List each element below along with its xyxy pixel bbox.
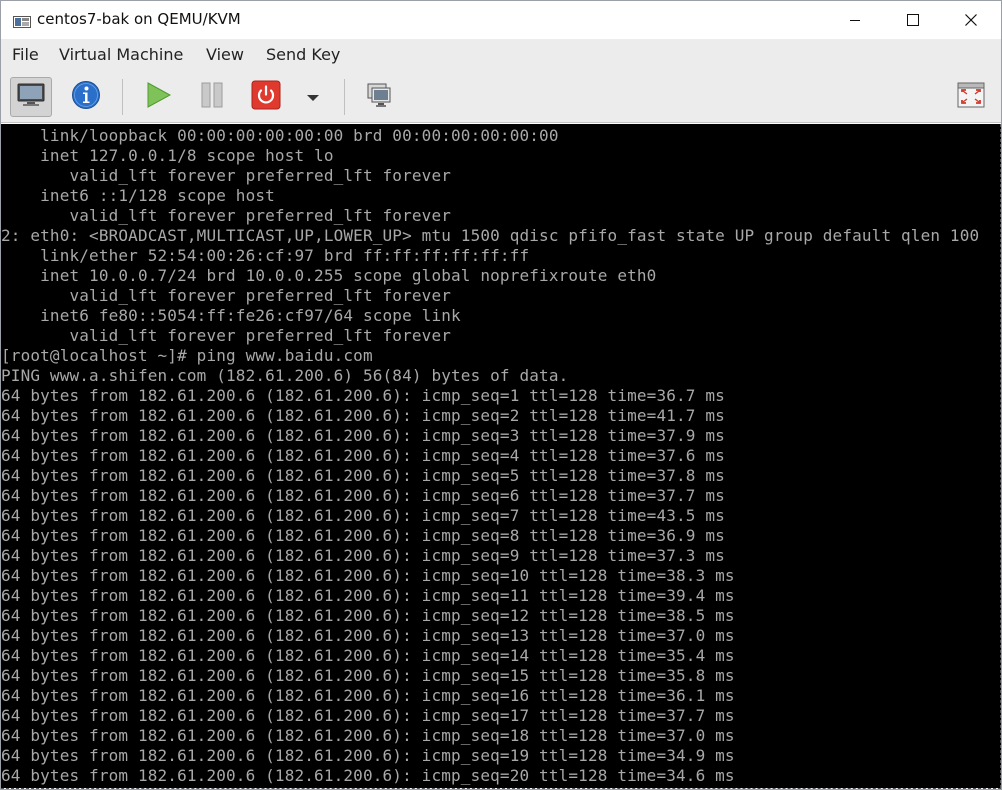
details-button[interactable]: [65, 77, 107, 117]
monitor-icon: [17, 83, 45, 111]
terminal-line: 64 bytes from 182.61.200.6 (182.61.200.6…: [1, 626, 735, 645]
terminal-line: 64 bytes from 182.61.200.6 (182.61.200.6…: [1, 466, 725, 485]
shutdown-button[interactable]: [245, 77, 287, 117]
menu-file[interactable]: File: [12, 45, 39, 64]
terminal-line: inet6 fe80::5054:ff:fe26:cf97/64 scope l…: [1, 306, 461, 325]
vm-console-display[interactable]: link/loopback 00:00:00:00:00:00 brd 00:0…: [1, 124, 1001, 788]
terminal-line: 64 bytes from 182.61.200.6 (182.61.200.6…: [1, 506, 725, 525]
terminal-line: 64 bytes from 182.61.200.6 (182.61.200.6…: [1, 686, 735, 705]
terminal-line: 64 bytes from 182.61.200.6 (182.61.200.6…: [1, 526, 725, 545]
terminal-line: [root@localhost ~]# ping www.baidu.com: [1, 346, 373, 365]
menu-view[interactable]: View: [206, 45, 244, 64]
terminal-line: valid_lft forever preferred_lft forever: [1, 286, 452, 305]
info-icon: [71, 80, 101, 114]
terminal-line: valid_lft forever preferred_lft forever: [1, 166, 452, 185]
terminal-line: 64 bytes from 182.61.200.6 (182.61.200.6…: [1, 746, 735, 765]
menu-virtual-machine[interactable]: Virtual Machine: [59, 45, 183, 64]
terminal-output: link/loopback 00:00:00:00:00:00 brd 00:0…: [1, 126, 999, 786]
title-bar[interactable]: centos7-bak on QEMU/KVM: [1, 1, 1001, 39]
terminal-line: link/ether 52:54:00:26:cf:97 brd ff:ff:f…: [1, 246, 530, 265]
console-edge: [1, 788, 1001, 789]
maximize-icon: [907, 11, 919, 30]
toolbar: [1, 71, 1001, 123]
fullscreen-icon: [957, 82, 985, 112]
console-edge: [1000, 124, 1001, 788]
terminal-line: 64 bytes from 182.61.200.6 (182.61.200.6…: [1, 586, 735, 605]
terminal-line: 64 bytes from 182.61.200.6 (182.61.200.6…: [1, 446, 725, 465]
terminal-line: 64 bytes from 182.61.200.6 (182.61.200.6…: [1, 646, 735, 665]
minimize-icon: [849, 11, 861, 30]
pause-button[interactable]: [191, 77, 233, 117]
fullscreen-button[interactable]: [950, 77, 992, 117]
vm-window: centos7-bak on QEMU/KVM File Virtual Mac…: [0, 0, 1002, 790]
menu-send-key[interactable]: Send Key: [266, 45, 340, 64]
terminal-line: 64 bytes from 182.61.200.6 (182.61.200.6…: [1, 386, 725, 405]
terminal-line: inet 127.0.0.1/8 scope host lo: [1, 146, 334, 165]
terminal-line: 64 bytes from 182.61.200.6 (182.61.200.6…: [1, 406, 725, 425]
close-button[interactable]: [942, 1, 1000, 39]
toolbar-separator: [122, 79, 123, 115]
terminal-line: 64 bytes from 182.61.200.6 (182.61.200.6…: [1, 426, 725, 445]
maximize-button[interactable]: [884, 1, 942, 39]
pause-icon: [198, 81, 226, 113]
virt-manager-app-icon: [13, 13, 31, 28]
window-title: centos7-bak on QEMU/KVM: [37, 10, 241, 28]
terminal-line: 64 bytes from 182.61.200.6 (182.61.200.6…: [1, 706, 735, 725]
terminal-line: 64 bytes from 182.61.200.6 (182.61.200.6…: [1, 486, 725, 505]
snapshots-button[interactable]: [359, 77, 401, 117]
terminal-line: valid_lft forever preferred_lft forever: [1, 326, 452, 345]
menu-bar: File Virtual Machine View Send Key: [1, 39, 1001, 71]
terminal-line: inet 10.0.0.7/24 brd 10.0.0.255 scope gl…: [1, 266, 657, 285]
power-icon: [251, 80, 281, 114]
terminal-line: 2: eth0: <BROADCAST,MULTICAST,UP,LOWER_U…: [1, 226, 980, 245]
run-button[interactable]: [137, 77, 179, 117]
play-icon: [144, 81, 172, 113]
terminal-line: valid_lft forever preferred_lft forever: [1, 206, 452, 225]
minimize-button[interactable]: [826, 1, 884, 39]
terminal-line: 64 bytes from 182.61.200.6 (182.61.200.6…: [1, 666, 735, 685]
terminal-line: 64 bytes from 182.61.200.6 (182.61.200.6…: [1, 726, 735, 745]
terminal-line: 64 bytes from 182.61.200.6 (182.61.200.6…: [1, 546, 725, 565]
terminal-line: 64 bytes from 182.61.200.6 (182.61.200.6…: [1, 566, 735, 585]
terminal-line: link/loopback 00:00:00:00:00:00 brd 00:0…: [1, 126, 559, 145]
shutdown-menu-button[interactable]: [293, 77, 333, 117]
terminal-line: inet6 ::1/128 scope host: [1, 186, 275, 205]
close-icon: [965, 11, 977, 30]
terminal-line: 64 bytes from 182.61.200.6 (182.61.200.6…: [1, 766, 735, 785]
toolbar-separator: [344, 79, 345, 115]
terminal-line: 64 bytes from 182.61.200.6 (182.61.200.6…: [1, 606, 735, 625]
snapshots-icon: [366, 82, 394, 112]
console-view-button[interactable]: [10, 77, 52, 117]
dropdown-arrow-icon: [306, 88, 320, 107]
terminal-line: PING www.a.shifen.com (182.61.200.6) 56(…: [1, 366, 569, 385]
